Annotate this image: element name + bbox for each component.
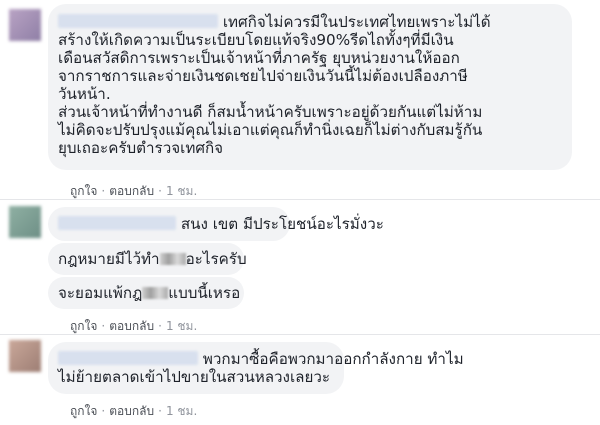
censored-word (142, 287, 169, 299)
comment-text-segment: กฎหมายมีไว้ทำ (58, 250, 160, 268)
comment-text-line: พวกมาซื้อคือพวกมาออกกำลังกาย ทำไม (202, 350, 464, 368)
comment-text-segment: อะไรครับ (185, 250, 247, 268)
comment-text-line: สนง เขต มีประโยชน์อะไรมั่งวะ (180, 215, 384, 233)
comment-text-line: ไม่ย้ายตลาดเข้าไปขายในสวนหลวงเลยวะ (58, 368, 331, 386)
comment-text-segment: แบบนี้เหรอ (168, 284, 241, 302)
divider (0, 334, 600, 335)
like-link[interactable]: ถูกใจ (70, 184, 97, 198)
comment-text-line: ส่วนเจ้าหน้าที่ทำงานดี ก็สมน้ำหน้าครับเพ… (58, 103, 483, 121)
censored-word (159, 253, 186, 265)
timestamp[interactable]: 1 ชม. (166, 404, 197, 418)
comment-bubble: เทศกิจไม่ควรมีในประเทศไทยเพราะไม่ได้ สร้… (48, 4, 572, 170)
commenter-name[interactable] (58, 216, 176, 230)
reply-link[interactable]: ตอบกลับ (109, 319, 154, 333)
comment-text-line: ยุบเถอะครับตำรวจเทศกิจ (58, 139, 224, 157)
divider (0, 199, 600, 200)
avatar[interactable] (9, 9, 41, 41)
comment-text-line: เดือนสวัสดิการเพราะเป็นเจ้าหน้าที่ภาครัฐ… (58, 49, 460, 67)
comment-bubble: สนง เขต มีประโยชน์อะไรมั่งวะ (48, 207, 384, 241)
comment-bubble: จะยอมแพ้กฎ แบบนี้เหรอ (48, 277, 244, 309)
comment-actions: ถูกใจ · ตอบกลับ · 1 ชม. (70, 404, 198, 418)
comment-text-segment: จะยอมแพ้กฎ (58, 284, 143, 302)
commenter-name[interactable] (58, 14, 218, 28)
avatar[interactable] (9, 340, 41, 372)
comment-text-line: จากราชการและจ่ายเงินชดเชยไปจ่ายเงินวันนี… (58, 67, 468, 85)
comment-text-line: สร้างให้เกิดความเป็นระเบียบโดยแท้จริง90%… (58, 31, 454, 49)
like-link[interactable]: ถูกใจ (70, 404, 97, 418)
comment-text-line: เทศกิจไม่ควรมีในประเทศไทยเพราะไม่ได้ (222, 13, 491, 31)
timestamp[interactable]: 1 ชม. (166, 319, 197, 333)
comment-bubble: กฎหมายมีไว้ทำ อะไรครับ (48, 243, 247, 275)
like-link[interactable]: ถูกใจ (70, 319, 97, 333)
timestamp[interactable]: 1 ชม. (166, 184, 197, 198)
comment-text-line: ไม่คิดจะปรับปรุงแม้คุณไม่เอาแต่คุณก็ทำนิ… (58, 121, 483, 139)
avatar[interactable] (9, 206, 41, 238)
comment-text-line: วันหน้า. (58, 85, 111, 103)
comment-bubble: พวกมาซื้อคือพวกมาออกกำลังกาย ทำไม ไม่ย้า… (48, 342, 464, 394)
commenter-name[interactable] (58, 351, 198, 365)
reply-link[interactable]: ตอบกลับ (109, 184, 154, 198)
reply-link[interactable]: ตอบกลับ (109, 404, 154, 418)
